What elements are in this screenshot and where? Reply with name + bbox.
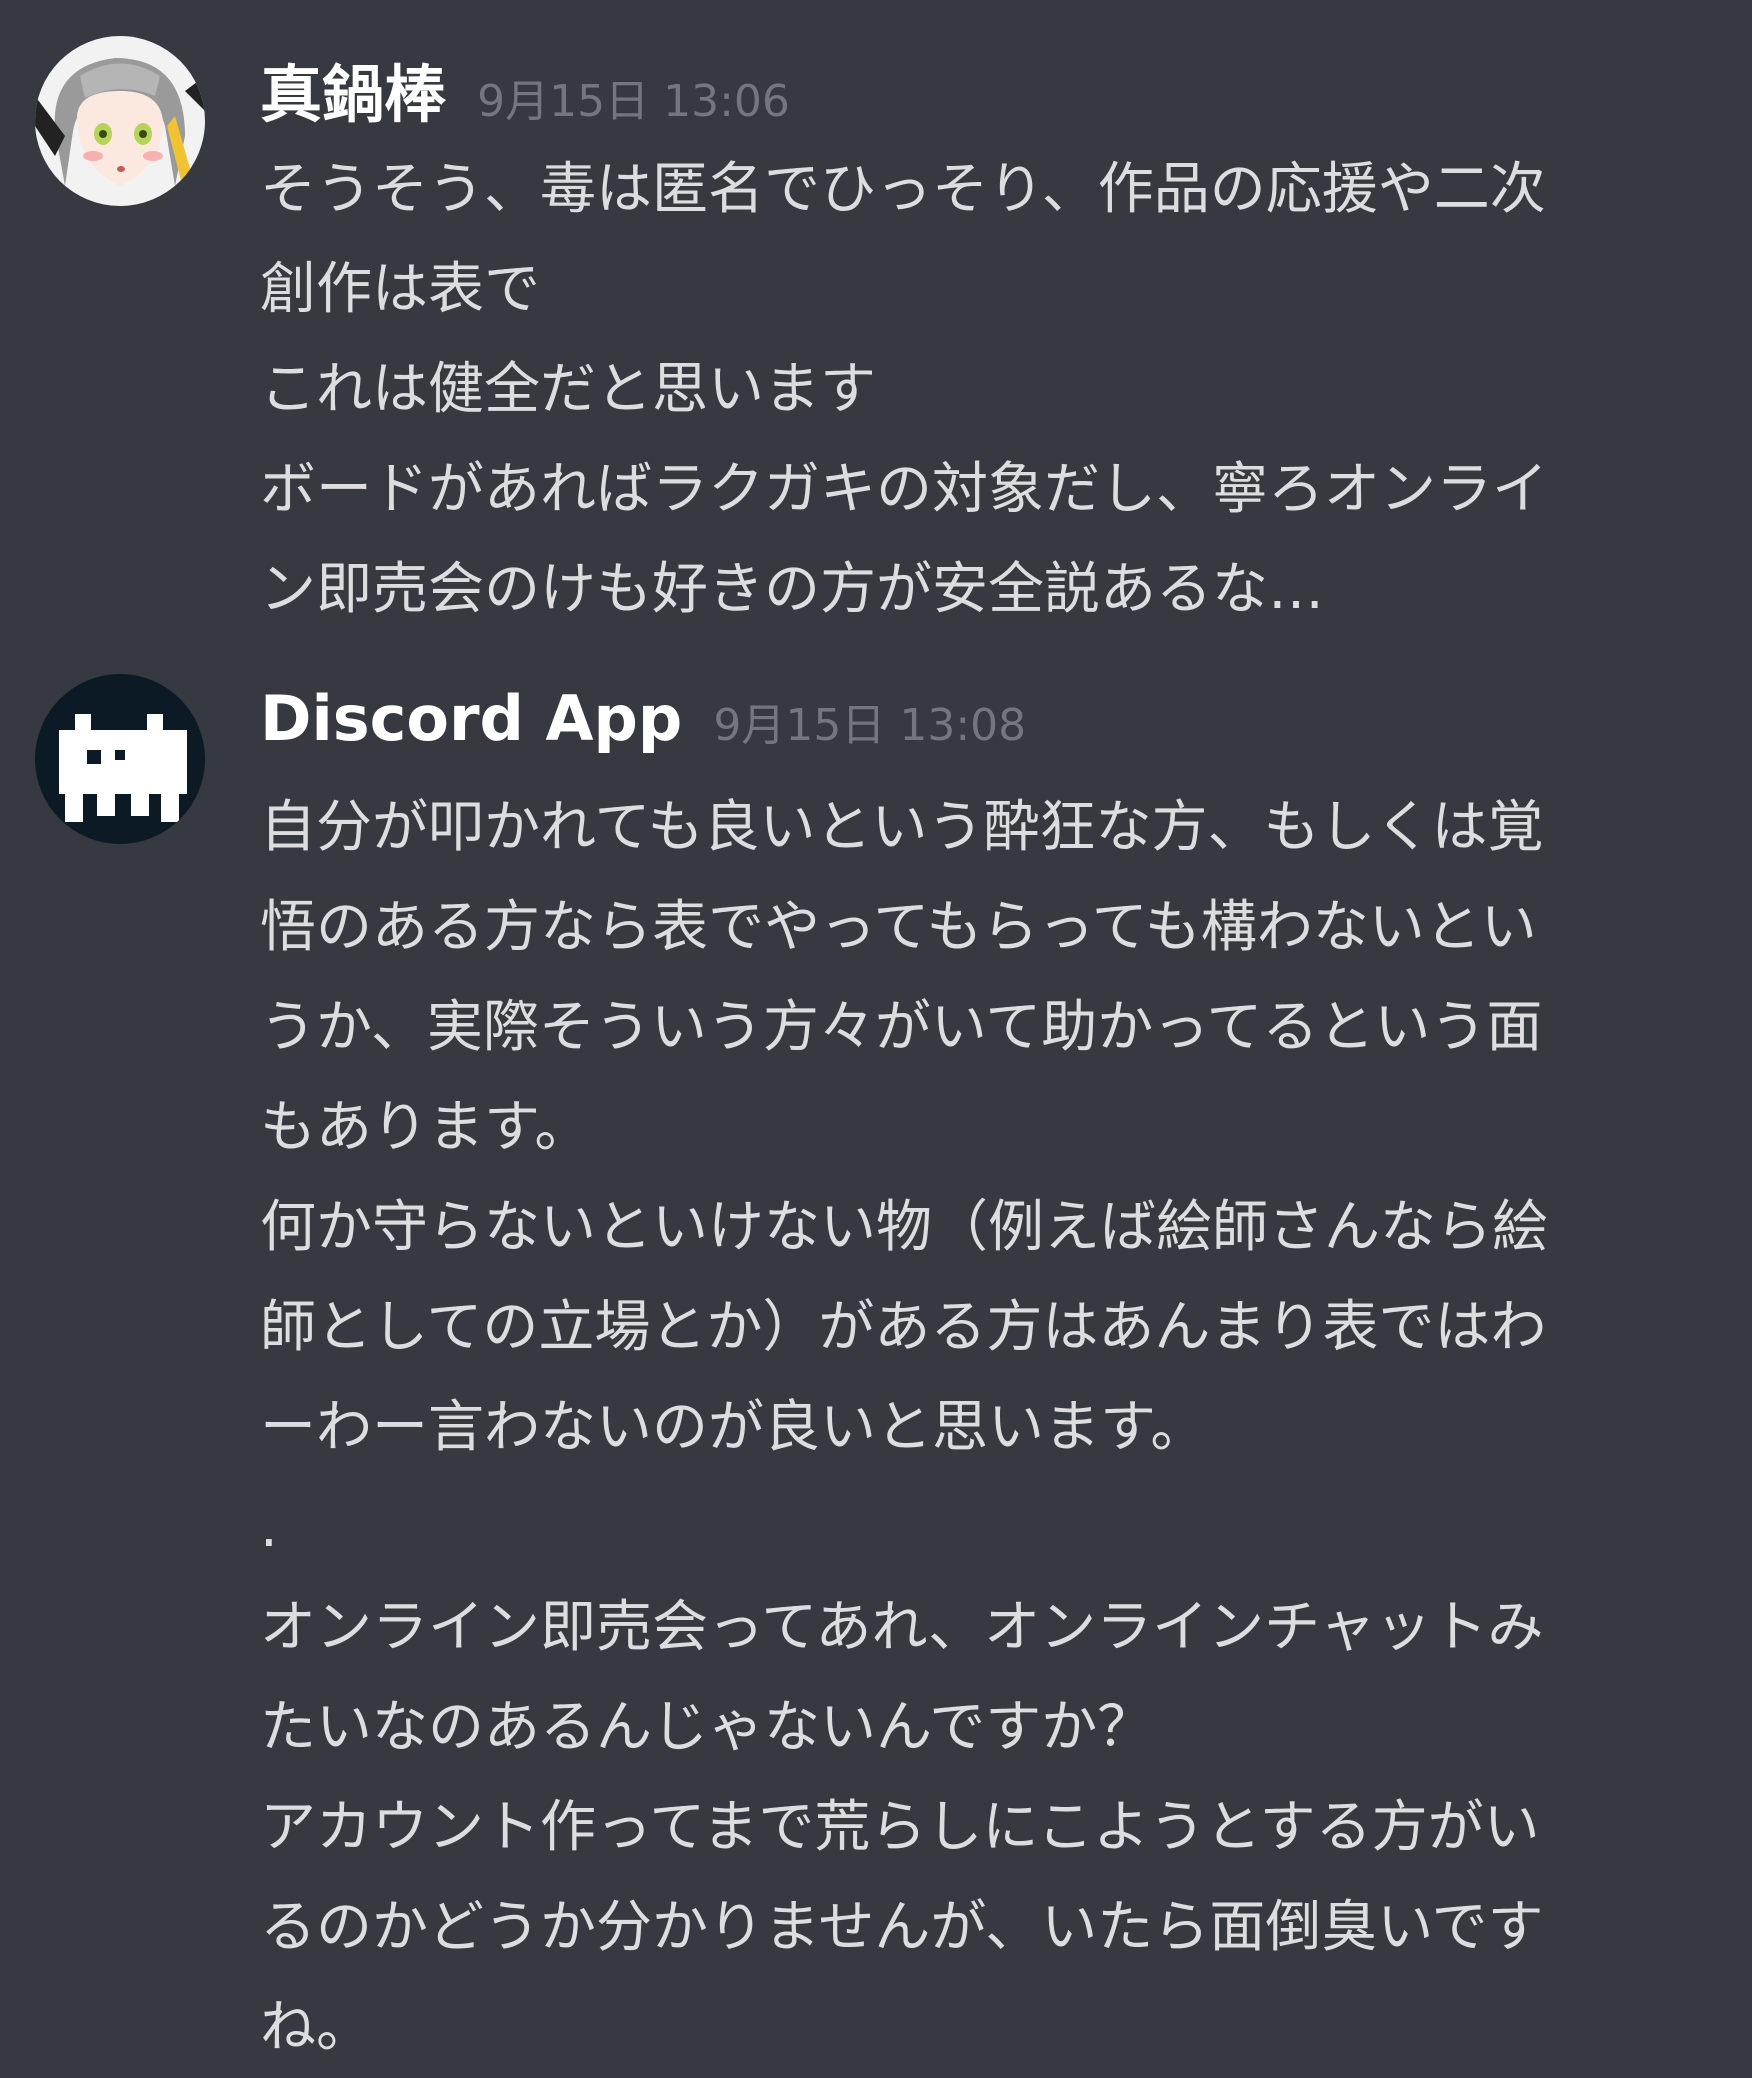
user-avatar[interactable] (35, 674, 205, 844)
message-content: そうそう、毒は匿名でひっそり、作品の応援や二次 創作は表で これは健全だと思いま… (260, 140, 1700, 640)
timestamp: 9月15日 13:06 (477, 76, 790, 127)
message-line: . (260, 1495, 278, 1560)
message-line: るのかどうか分かりませんが、いたら面倒臭いです (260, 1895, 1544, 1960)
message-line: もあります。 (260, 1095, 591, 1160)
message-header: Discord App 9月15日 13:08 (260, 682, 1026, 772)
message-content: 自分が叩かれても良いという酔狂な方、もしくは覚 悟のある方なら表でやってもらって… (260, 778, 1700, 2078)
anime-character-avatar-icon (35, 36, 205, 206)
timestamp: 9月15日 13:08 (713, 700, 1027, 751)
message-line: そうそう、毒は匿名でひっそり、作品の応援や二次 (260, 157, 1546, 222)
message-line: 何か守らないといけない物（例えば絵師さんなら絵 (260, 1195, 1548, 1260)
message-line: ボードがあればラクガキの対象だし、寧ろオンライ (260, 457, 1548, 522)
user-avatar[interactable] (35, 36, 205, 206)
message-line: アカウント作ってまで荒らしにこようとする方がい (260, 1795, 1540, 1860)
message-line: ね。 (260, 1995, 372, 2060)
message-line: 創作は表で (260, 257, 540, 322)
username[interactable]: 真鍋棒 (260, 58, 446, 131)
message-line: これは健全だと思います (260, 357, 876, 422)
message-line: 自分が叩かれても良いという酔狂な方、もしくは覚 (260, 795, 1544, 860)
message-line: オンライン即売会ってあれ、オンラインチャットみ (260, 1595, 1544, 1660)
username[interactable]: Discord App (260, 682, 682, 755)
message-header: 真鍋棒 9月15日 13:06 (260, 44, 790, 134)
message-line: たいなのあるんじゃないんですか？ (260, 1695, 1154, 1760)
message-line: ン即売会のけも好きの方が安全説あるな… (260, 557, 1324, 622)
message-line: ーわー言わないのが良いと思います。 (260, 1395, 1207, 1460)
pixel-cat-avatar-icon (35, 674, 205, 844)
message-line: 師としての立場とか）がある方はあんまり表ではわ (260, 1295, 1547, 1360)
message-line: 悟のある方なら表でやってもらっても構わないとい (260, 895, 1537, 960)
message-line: うか、実際そういう方々がいて助かってるという面 (260, 995, 1543, 1060)
